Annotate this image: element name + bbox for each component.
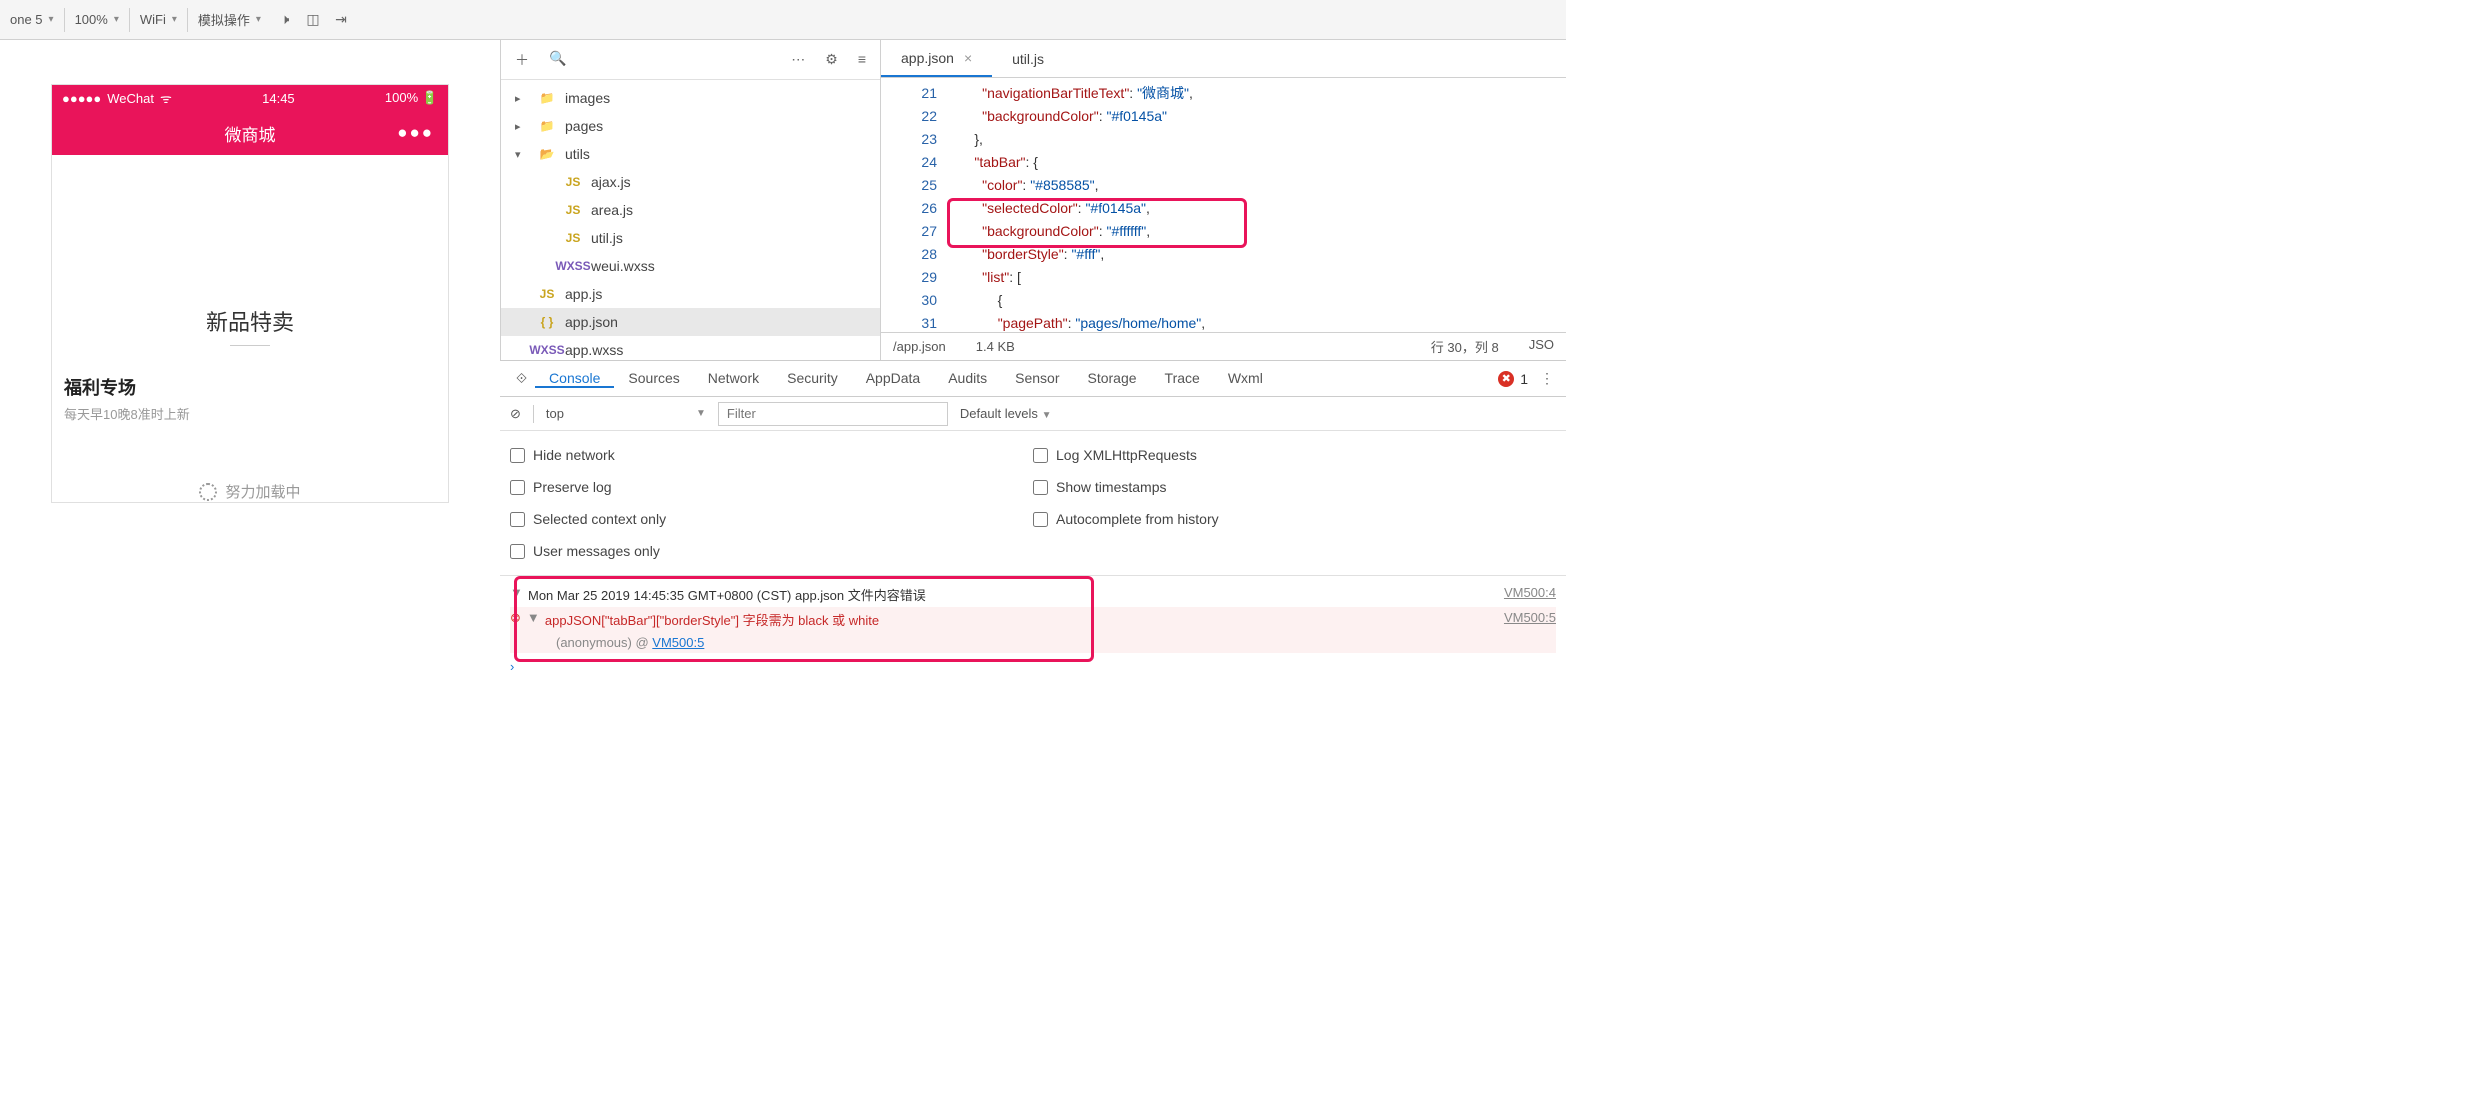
log-source-link[interactable]: VM500:5 <box>1504 610 1556 629</box>
devtools-tab-trace[interactable]: Trace <box>1151 370 1214 386</box>
code-area[interactable]: 212223242526272829303132 "navigationBarT… <box>881 78 1566 332</box>
file-area-js[interactable]: JSarea.js <box>501 196 880 224</box>
devtools-tab-sensor[interactable]: Sensor <box>1001 370 1073 386</box>
chevron-down-icon: ▾ <box>172 14 177 25</box>
zoom-selector[interactable]: 100%▾ <box>65 0 129 39</box>
mute-icon[interactable]: 🕨 <box>271 11 299 28</box>
wifi-icon: ᯤ <box>160 89 172 107</box>
code-editor: app.json× util.js 2122232425262728293031… <box>880 40 1566 360</box>
opt-hide-network[interactable]: Hide network <box>510 439 1033 471</box>
opt-selected-context[interactable]: Selected context only <box>510 503 1033 535</box>
devtools-tab-network[interactable]: Network <box>694 370 773 386</box>
disclosure-triangle-icon[interactable]: ▼ <box>510 585 528 604</box>
chevron-down-icon: ▾ <box>49 14 54 25</box>
split-icon[interactable]: ◫ <box>299 11 327 28</box>
folder-pages[interactable]: ▸📁pages <box>501 112 880 140</box>
network-selector[interactable]: WiFi▾ <box>130 0 187 39</box>
devtools-tab-console[interactable]: Console <box>535 370 614 388</box>
opt-log-xhr[interactable]: Log XMLHttpRequests <box>1033 439 1556 471</box>
settings-icon[interactable]: ⚙ <box>825 51 838 68</box>
phone-navbar: 微商城 ●●● <box>52 111 448 155</box>
console-log: ▼ Mon Mar 25 2019 14:45:35 GMT+0800 (CST… <box>500 576 1566 684</box>
opt-preserve-log[interactable]: Preserve log <box>510 471 1033 503</box>
file-weui-wxss[interactable]: WXSSweui.wxss <box>501 252 880 280</box>
section-title: 新品特卖 <box>52 305 448 337</box>
promo-subtitle: 每天早10晚8准时上新 <box>64 404 436 423</box>
file-ajax-js[interactable]: JSajax.js <box>501 168 880 196</box>
exit-icon[interactable]: ⇥ <box>327 11 355 28</box>
devtools-panel: ⟐ ConsoleSourcesNetworkSecurityAppDataAu… <box>500 360 1566 710</box>
filter-input[interactable] <box>718 402 948 426</box>
more-icon[interactable]: ●●● <box>397 123 434 143</box>
editor-statusbar: /app.json 1.4 KB 行 30，列 8JSO <box>881 332 1566 360</box>
phone-statusbar: ●●●●● WeChatᯤ 14:45 100% 🔋 <box>52 85 448 111</box>
opt-autocomplete[interactable]: Autocomplete from history <box>1033 503 1556 535</box>
tab-app-json[interactable]: app.json× <box>881 40 992 77</box>
log-error-message: appJSON["tabBar"]["borderStyle"] 字段需为 bl… <box>545 610 879 629</box>
devtools-tab-security[interactable]: Security <box>773 370 852 386</box>
clock: 14:45 <box>262 91 295 106</box>
file-util-js[interactable]: JSutil.js <box>501 224 880 252</box>
levels-selector[interactable]: Default levels ▼ <box>960 406 1052 421</box>
loading-indicator: 努力加载中 <box>52 481 448 502</box>
log-source-link[interactable]: VM500:4 <box>1504 585 1556 604</box>
folder-utils[interactable]: ▾📂utils <box>501 140 880 168</box>
simulator-panel: ●●●●● WeChatᯤ 14:45 100% 🔋 微商城 ●●● 新品特卖 … <box>0 40 500 360</box>
context-selector[interactable]: top <box>546 406 564 421</box>
collapse-icon[interactable]: ≡ <box>858 51 866 68</box>
stack-link[interactable]: VM500:5 <box>652 635 704 650</box>
file-explorer: ＋ 🔍 ⋯ ⚙ ≡ ▸📁images ▸📁pages ▾📂utils JSaja… <box>500 40 880 360</box>
error-count-badge[interactable]: ✖ <box>1498 371 1514 387</box>
file-app-wxss[interactable]: WXSSapp.wxss <box>501 336 880 360</box>
folder-images[interactable]: ▸📁images <box>501 84 880 112</box>
chevron-down-icon: ▾ <box>256 14 261 25</box>
promo-title: 福利专场 <box>64 374 436 400</box>
log-timestamp: Mon Mar 25 2019 14:45:35 GMT+0800 (CST) … <box>528 585 926 604</box>
chevron-down-icon: ▾ <box>114 14 119 25</box>
console-prompt[interactable]: › <box>510 653 1556 674</box>
devtools-tab-audits[interactable]: Audits <box>934 370 1001 386</box>
search-icon[interactable]: 🔍 <box>549 50 566 70</box>
inspect-icon[interactable]: ⟐ <box>508 370 535 387</box>
tab-util-js[interactable]: util.js <box>992 40 1064 77</box>
devtools-tab-storage[interactable]: Storage <box>1073 370 1150 386</box>
devtools-tab-sources[interactable]: Sources <box>614 370 693 386</box>
spinner-icon <box>199 483 217 501</box>
error-icon: ⊗ <box>510 610 521 629</box>
devtools-tab-appdata[interactable]: AppData <box>852 370 934 386</box>
phone-frame: ●●●●● WeChatᯤ 14:45 100% 🔋 微商城 ●●● 新品特卖 … <box>51 84 449 503</box>
clear-console-icon[interactable]: ⊘ <box>510 406 521 422</box>
top-toolbar: one 5▾ 100%▾ WiFi▾ 模拟操作▾ 🕨 ◫ ⇥ <box>0 0 1566 40</box>
battery-icon: 🔋 <box>422 90 438 105</box>
device-selector[interactable]: one 5▾ <box>0 0 64 39</box>
chevron-down-icon: ▼ <box>696 408 706 419</box>
kebab-icon[interactable]: ⋮ <box>1528 370 1566 387</box>
opt-show-timestamps[interactable]: Show timestamps <box>1033 471 1556 503</box>
signal-dots-icon: ●●●●● <box>62 91 101 106</box>
file-app-json[interactable]: { }app.json <box>501 308 880 336</box>
nav-title: 微商城 <box>225 121 276 146</box>
file-app-js[interactable]: JSapp.js <box>501 280 880 308</box>
opt-user-messages[interactable]: User messages only <box>510 535 1033 567</box>
more-icon[interactable]: ⋯ <box>791 51 805 68</box>
sim-action-selector[interactable]: 模拟操作▾ <box>188 0 271 39</box>
disclosure-triangle-icon[interactable]: ▼ <box>527 610 545 629</box>
devtools-tab-wxml[interactable]: Wxml <box>1214 370 1277 386</box>
add-icon[interactable]: ＋ <box>515 50 529 70</box>
close-icon[interactable]: × <box>964 50 972 66</box>
